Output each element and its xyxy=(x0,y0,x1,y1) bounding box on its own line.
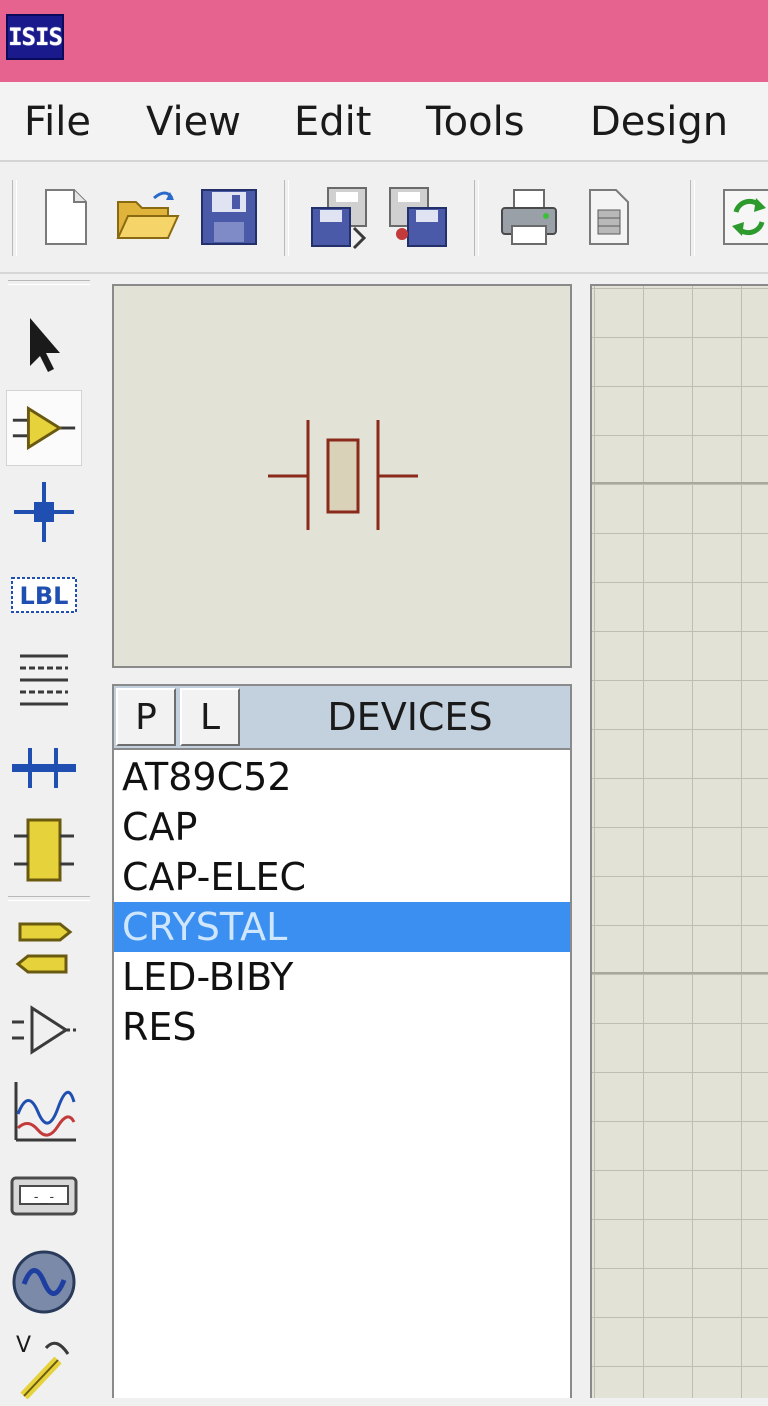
device-item-crystal[interactable]: CRYSTAL xyxy=(114,902,570,952)
subcircuit-icon[interactable] xyxy=(6,812,82,888)
generator-icon[interactable] xyxy=(6,1244,82,1320)
mode-toolbar: LBL -_- V xyxy=(0,274,100,1400)
component-mode-icon[interactable] xyxy=(6,390,82,466)
device-item-led-biby[interactable]: LED-BIBY xyxy=(114,952,570,1002)
canvas-grid xyxy=(592,286,768,1398)
library-manager-button[interactable]: L xyxy=(180,688,240,746)
title-bar: ISIS xyxy=(0,0,768,82)
device-list: AT89C52 CAP CAP-ELEC CRYSTAL LED-BIBY RE… xyxy=(114,752,570,1052)
device-selector: P L DEVICES AT89C52 CAP CAP-ELEC CRYSTAL… xyxy=(112,684,572,1398)
selection-arrow-icon[interactable] xyxy=(6,308,82,384)
bus-icon[interactable] xyxy=(6,728,82,804)
refresh-icon[interactable] xyxy=(716,184,768,250)
new-file-icon[interactable] xyxy=(34,184,100,250)
menu-bar: File View Edit Tools Design xyxy=(0,82,768,162)
menu-tools[interactable]: Tools xyxy=(426,98,525,146)
wire-label-text: LBL xyxy=(20,582,69,610)
graph-icon[interactable] xyxy=(6,1074,82,1150)
device-item-cap[interactable]: CAP xyxy=(114,802,570,852)
toolstrip-grip[interactable] xyxy=(8,280,90,285)
print-icon[interactable] xyxy=(496,184,562,250)
terminals-icon[interactable] xyxy=(6,910,82,986)
open-folder-icon[interactable] xyxy=(114,184,180,250)
svg-text:-_-: -_- xyxy=(32,1190,55,1205)
text-script-icon[interactable] xyxy=(6,642,82,718)
menu-file[interactable]: File xyxy=(24,98,91,146)
toolstrip-separator xyxy=(8,896,90,901)
voltage-probe-icon[interactable]: V xyxy=(6,1326,82,1402)
menu-edit[interactable]: Edit xyxy=(294,98,371,146)
toolbar-grip[interactable] xyxy=(690,180,695,256)
svg-text:V: V xyxy=(16,1333,31,1358)
import-section-icon[interactable] xyxy=(306,184,372,250)
pick-devices-button[interactable]: P xyxy=(116,688,176,746)
component-preview xyxy=(112,284,572,668)
set-area-icon[interactable] xyxy=(576,184,642,250)
app-logo-icon[interactable]: ISIS xyxy=(6,14,64,60)
toolbar-grip[interactable] xyxy=(12,180,17,256)
tape-recorder-icon[interactable]: -_- xyxy=(6,1158,82,1234)
save-disk-icon[interactable] xyxy=(196,184,262,250)
device-item-cap-elec[interactable]: CAP-ELEC xyxy=(114,852,570,902)
crystal-symbol-icon xyxy=(268,420,418,530)
device-item-at89c52[interactable]: AT89C52 xyxy=(114,752,570,802)
junction-dot-icon[interactable] xyxy=(6,474,82,550)
schematic-canvas[interactable] xyxy=(590,284,768,1398)
wire-label-icon[interactable]: LBL xyxy=(6,558,82,634)
app-logo-text: ISIS xyxy=(8,23,63,51)
device-pins-icon[interactable] xyxy=(6,992,82,1068)
devices-title: DEVICES xyxy=(327,695,493,739)
menu-view[interactable]: View xyxy=(146,98,241,146)
main-toolbar xyxy=(0,162,768,274)
export-section-icon[interactable] xyxy=(386,184,452,250)
device-selector-header: P L DEVICES xyxy=(114,686,570,750)
device-item-res[interactable]: RES xyxy=(114,1002,570,1052)
toolbar-separator xyxy=(474,180,479,256)
toolbar-separator xyxy=(284,180,289,256)
menu-design[interactable]: Design xyxy=(590,98,728,146)
